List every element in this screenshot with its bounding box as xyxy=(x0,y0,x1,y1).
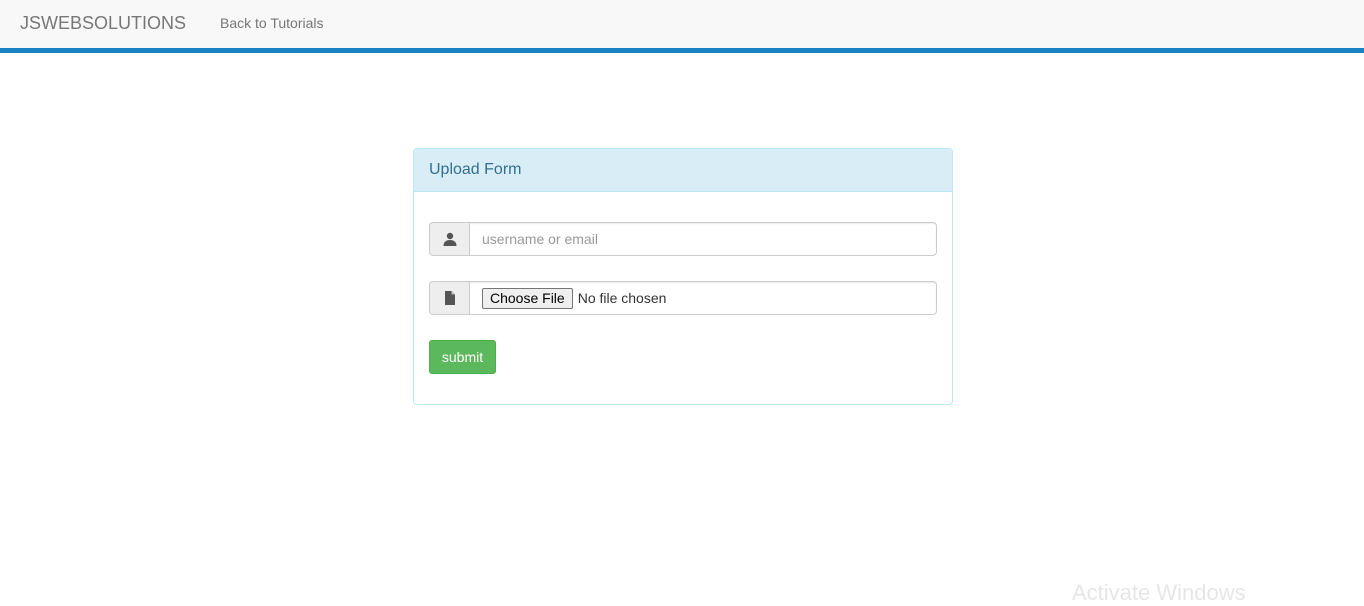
choose-file-button[interactable]: Choose File xyxy=(482,287,573,309)
back-to-tutorials-link[interactable]: Back to Tutorials xyxy=(220,14,324,32)
username-input[interactable] xyxy=(469,222,937,256)
upload-form-panel: Upload Form Choose File No file chosen s… xyxy=(413,148,953,405)
brand-link[interactable]: JSWEBSOLUTIONS xyxy=(20,12,186,34)
file-input: Choose File No file chosen xyxy=(469,281,937,315)
submit-button[interactable]: submit xyxy=(429,340,496,374)
navbar: JSWEBSOLUTIONS Back to Tutorials xyxy=(0,0,1364,53)
username-input-group xyxy=(429,222,937,256)
panel-title: Upload Form xyxy=(429,161,522,178)
file-icon xyxy=(429,281,469,315)
user-icon xyxy=(429,222,469,256)
file-input-group: Choose File No file chosen xyxy=(429,281,937,315)
activate-windows-watermark: Activate Windows xyxy=(1072,580,1246,605)
file-status-text: No file chosen xyxy=(577,290,667,306)
panel-heading: Upload Form xyxy=(414,149,952,192)
